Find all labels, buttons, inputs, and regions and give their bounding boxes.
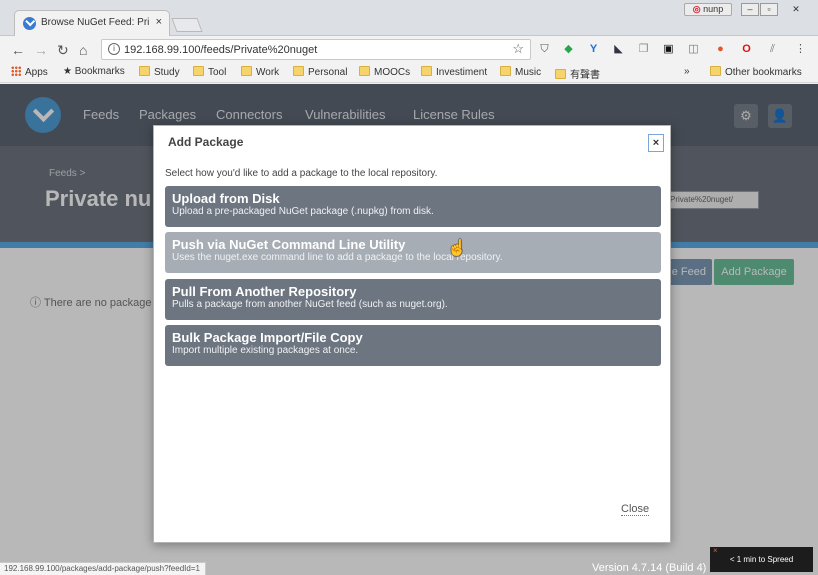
menu-icon[interactable]: ⋮ (794, 43, 807, 56)
bookmark-star-icon[interactable]: ☆ (512, 41, 524, 57)
folder-icon (421, 66, 432, 76)
new-tab-button[interactable] (171, 18, 203, 32)
pocket-extension-icon[interactable]: ⛉ (538, 43, 551, 56)
reader-extension-icon[interactable]: ⫽ (766, 43, 779, 56)
folder-icon (241, 66, 252, 76)
copy-extension-icon[interactable]: ❐ (637, 43, 650, 56)
apps-grid-icon (11, 66, 21, 76)
bookmark-label: Work (256, 67, 280, 78)
bookmark-music[interactable]: Music (500, 66, 541, 78)
bookmark-audiobooks[interactable]: 有聲書 (555, 66, 600, 81)
option-description: Import multiple existing packages at onc… (172, 345, 359, 356)
bookmark-label: Bookmarks (74, 66, 125, 77)
media-extension-icon[interactable]: ▣ (662, 43, 675, 56)
option-description: Pulls a package from another NuGet feed … (172, 299, 448, 310)
bookmark-label: MOOCs (374, 67, 411, 78)
green-extension-icon[interactable]: ◆ (562, 43, 575, 56)
bookmark-study[interactable]: Study (139, 66, 180, 78)
bookmark-tool[interactable]: Tool (193, 66, 226, 78)
browser-tabstrip: Browse NuGet Feed: Priv × ◎ nunp – ▫ ✕ (0, 0, 818, 36)
bookmark-label: Other bookmarks (725, 67, 802, 78)
close-link[interactable]: Close (621, 503, 650, 516)
dialog-intro: Select how you'd like to add a package t… (165, 168, 438, 179)
bookmark-label: Investiment (436, 67, 488, 78)
hand-cursor-icon: ☝ (447, 240, 467, 257)
option-description: Uses the nuget.exe command line to add a… (172, 252, 503, 263)
star-icon: ★ (63, 66, 75, 77)
dialog-title: Add Package (168, 135, 244, 149)
bookmark-work[interactable]: Work (241, 66, 279, 78)
opera-extension-icon[interactable]: O (740, 43, 753, 56)
home-icon[interactable]: ⌂ (79, 42, 87, 58)
option-title: Upload from Disk (172, 191, 280, 206)
forward-icon[interactable]: → (34, 42, 48, 58)
option-title: Pull From Another Repository (172, 284, 357, 299)
bookmark-label: Personal (308, 67, 348, 78)
proget-favicon-icon (23, 17, 36, 30)
profile-name: nunp (703, 4, 724, 14)
add-package-dialog: Add Package × Select how you'd like to a… (153, 125, 671, 543)
window-close-button[interactable]: ✕ (787, 3, 805, 16)
profile-icon: ◎ (692, 4, 701, 14)
option-title: Push via NuGet Command Line Utility (172, 237, 406, 252)
folder-icon (500, 66, 511, 76)
y-extension-icon[interactable]: Y (587, 43, 600, 56)
orange-extension-icon[interactable]: ● (714, 43, 727, 56)
spreed-widget[interactable]: × < 1 min to Spreed (710, 546, 813, 572)
bookmark-label: Study (154, 67, 180, 78)
folder-icon (193, 66, 204, 76)
browser-tab[interactable]: Browse NuGet Feed: Priv × (14, 10, 170, 36)
back-icon[interactable]: ← (11, 42, 25, 58)
tab-close-icon[interactable]: × (156, 16, 162, 28)
site-info-icon[interactable]: i (108, 43, 120, 55)
reload-icon[interactable]: ↻ (57, 42, 69, 59)
bookmark-label: Tool (208, 67, 227, 78)
option-pull-from-repository[interactable]: Pull From Another Repository Pulls a pac… (165, 279, 661, 320)
maximize-button[interactable]: ▫ (760, 3, 778, 16)
dark-extension-icon[interactable]: ◣ (612, 43, 625, 56)
option-description: Upload a pre-packaged NuGet package (.nu… (172, 206, 434, 217)
bookmark-label: Music (515, 67, 542, 78)
bookmark-personal[interactable]: Personal (293, 66, 347, 78)
minimize-button[interactable]: – (741, 3, 759, 16)
omnibar: ← → ↻ ⌂ i 192.168.99.100/feeds/Private%2… (0, 37, 818, 63)
bookmark-bookmarks[interactable]: ★ Bookmarks (63, 66, 125, 77)
bookmark-label: 有聲書 (570, 70, 600, 81)
bookmark-investiment[interactable]: Investiment (421, 66, 487, 78)
spreed-close-icon[interactable]: × (713, 538, 718, 563)
panel-extension-icon[interactable]: ◫ (687, 43, 700, 56)
option-bulk-import[interactable]: Bulk Package Import/File Copy Import mul… (165, 325, 661, 366)
folder-icon (359, 66, 370, 76)
address-text: 192.168.99.100/feeds/Private%20nuget (124, 44, 318, 56)
option-upload-from-disk[interactable]: Upload from Disk Upload a pre-packaged N… (165, 186, 661, 227)
bookmark-label: Apps (25, 67, 48, 78)
tab-title: Browse NuGet Feed: Priv (41, 17, 149, 28)
address-bar[interactable]: i 192.168.99.100/feeds/Private%20nuget ☆ (101, 39, 531, 60)
bookmarks-overflow[interactable]: » (684, 66, 690, 77)
status-url: 192.168.99.100/packages/add-package/push… (0, 562, 206, 575)
spreed-label: < 1 min to Spreed (729, 555, 794, 564)
bookmark-other[interactable]: Other bookmarks (710, 66, 802, 78)
bookmark-moocs[interactable]: MOOCs (359, 66, 410, 78)
folder-icon (710, 66, 721, 76)
folder-icon (293, 66, 304, 76)
option-title: Bulk Package Import/File Copy (172, 330, 363, 345)
folder-icon (555, 69, 566, 79)
option-push-via-nuget-cli[interactable]: Push via NuGet Command Line Utility Uses… (165, 232, 661, 273)
close-icon[interactable]: × (648, 134, 664, 152)
profile-badge[interactable]: ◎ nunp (684, 3, 732, 16)
bookmark-apps[interactable]: Apps (11, 66, 48, 78)
version-label: Version 4.7.14 (Build 4) (592, 562, 707, 574)
bookmarks-bar: Apps ★ Bookmarks Study Tool Work Persona… (0, 63, 818, 83)
folder-icon (139, 66, 150, 76)
